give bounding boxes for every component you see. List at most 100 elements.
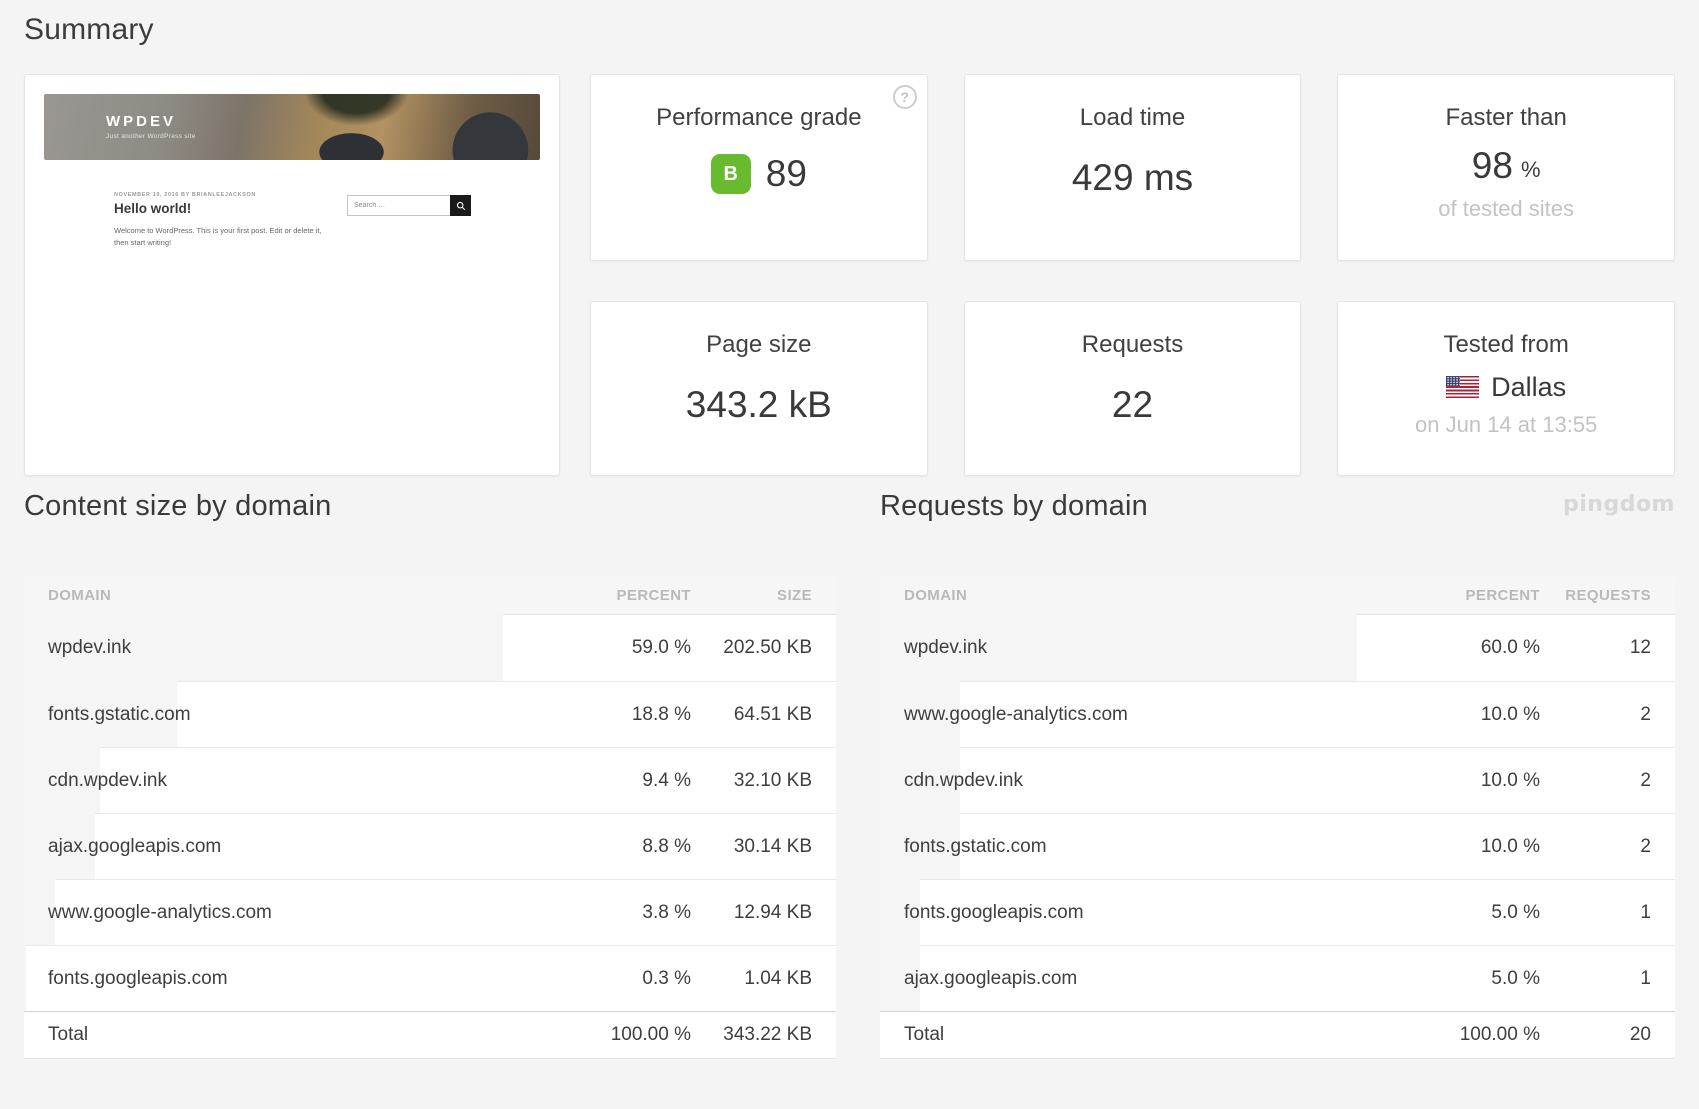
domain-cell: cdn.wpdev.ink: [48, 769, 167, 791]
table-row: fonts.googleapis.com 0.3 % 1.04 KB: [24, 945, 836, 1011]
faster-than-card: Faster than 98 % of tested sites: [1337, 74, 1675, 261]
total-row: Total 100.00 % 343.22 KB: [24, 1011, 836, 1059]
col-percent: PERCENT: [616, 587, 691, 604]
pingdom-watermark: pingdom: [1563, 492, 1675, 517]
domain-cell: ajax.googleapis.com: [904, 967, 1078, 989]
table-row: ajax.googleapis.com 8.8 % 30.14 KB: [24, 813, 836, 879]
metric-cards: ? Performance grade B 89 Load time 429 m…: [590, 74, 1675, 476]
percent-cell: 10.0 %: [1480, 835, 1540, 857]
percent-cell: 59.0 %: [631, 637, 691, 658]
value-cell: 1: [1640, 967, 1651, 989]
col-requests: REQUESTS: [1565, 587, 1651, 604]
page-size-card: Page size 343.2 kB: [590, 300, 928, 476]
website-thumbnail: WPDEV Just another WordPress site NOVEMB…: [24, 74, 560, 476]
tested-from-city: Dallas: [1491, 371, 1567, 402]
table-body: wpdev.ink 60.0 % 12 www.google-analytics.co…: [880, 614, 1675, 1011]
post-meta: NOVEMBER 19, 2016 BY BRIANLEEJACKSON: [114, 192, 256, 198]
percent-cell: 8.8 %: [642, 835, 691, 857]
table-row: fonts.gstatic.com 18.8 % 64.51 KB: [24, 681, 836, 747]
percent-cell: 18.8 %: [631, 703, 691, 725]
table-row: wpdev.ink 60.0 % 12: [880, 614, 1675, 681]
domain-cell: www.google-analytics.com: [904, 703, 1128, 725]
col-size: SIZE: [777, 587, 812, 604]
table-row: fonts.googleapis.com 5.0 % 1: [880, 879, 1675, 945]
content-size-column: Content size by domain DOMAIN PERCENT SI…: [24, 476, 836, 1059]
total-label: Total: [904, 1024, 945, 1045]
load-time-card: Load time 429 ms: [963, 74, 1302, 261]
value-cell: 2: [1640, 703, 1651, 725]
card-label: Page size: [706, 330, 812, 358]
site-header-image: WPDEV Just another WordPress site: [44, 94, 540, 160]
pingdom-results-page: Summary WPDEV Just another WordPress sit…: [0, 0, 1699, 1109]
percent-cell: 10.0 %: [1480, 703, 1540, 725]
percent-cell: 9.4 %: [642, 769, 691, 791]
domain-cell: wpdev.ink: [904, 637, 988, 658]
col-percent: PERCENT: [1465, 587, 1540, 604]
tested-from-date: on Jun 14 at 13:55: [1415, 411, 1598, 437]
domain-cell: ajax.googleapis.com: [48, 835, 222, 857]
percent-cell: 60.0 %: [1480, 637, 1540, 658]
performance-score: 89: [765, 153, 807, 194]
percent-unit: %: [1520, 157, 1541, 182]
domain-cell: wpdev.ink: [48, 637, 132, 658]
percent-cell: 3.8 %: [642, 901, 691, 923]
total-row: Total 100.00 % 20: [880, 1011, 1675, 1059]
requests-title: Requests by domain: [880, 490, 1148, 522]
requests-value: 22: [1111, 383, 1154, 425]
us-flag-icon: [1446, 376, 1480, 398]
total-percent: 100.00 %: [610, 1024, 691, 1045]
magnifier-icon: [456, 201, 465, 210]
domain-cell: fonts.gstatic.com: [48, 703, 191, 725]
load-time-value: 429 ms: [1071, 157, 1194, 198]
table-row: www.google-analytics.com 10.0 % 2: [880, 681, 1675, 747]
post-body: Welcome to WordPress. This is your first…: [114, 226, 322, 247]
col-domain: DOMAIN: [904, 587, 968, 604]
percent-cell: 0.3 %: [642, 967, 691, 989]
requests-card: Requests 22: [963, 300, 1302, 476]
value-cell: 2: [1640, 835, 1651, 857]
search-button: [450, 195, 471, 216]
card-label: Faster than: [1445, 104, 1567, 131]
value-cell: 12.94 KB: [733, 901, 812, 923]
post-preview: NOVEMBER 19, 2016 BY BRIANLEEJACKSON Hel…: [114, 192, 342, 249]
performance-grade-card: ? Performance grade B 89: [590, 74, 928, 261]
card-label: Load time: [1079, 104, 1186, 131]
help-icon[interactable]: ?: [892, 85, 917, 109]
value-cell: 64.51 KB: [733, 703, 812, 725]
card-label: Performance grade: [656, 104, 862, 131]
requests-table: DOMAIN PERCENT REQUESTS wpdev.ink 60.0 % 1…: [880, 577, 1675, 1059]
value-cell: 202.50 KB: [723, 637, 812, 658]
page-size-value: 343.2 kB: [685, 383, 832, 425]
value-cell: 30.14 KB: [733, 835, 812, 857]
value-cell: 12: [1629, 637, 1651, 658]
tested-from-card: Tested from Dallas on Jun 14 at 13:55: [1337, 300, 1675, 476]
table-row: cdn.wpdev.ink 9.4 % 32.10 KB: [24, 747, 836, 813]
col-domain: DOMAIN: [48, 587, 112, 604]
value-cell: 1.04 KB: [744, 967, 812, 989]
domain-cell: www.google-analytics.com: [48, 901, 272, 923]
total-size: 343.22 KB: [723, 1024, 812, 1045]
percent-cell: 5.0 %: [1491, 901, 1540, 923]
faster-than-subtext: of tested sites: [1438, 196, 1575, 221]
domain-tables-section: Content size by domain DOMAIN PERCENT SI…: [0, 476, 1699, 1059]
site-identity: WPDEV Just another WordPress site: [106, 113, 196, 140]
faster-than-value: 98: [1471, 145, 1513, 186]
domain-cell: fonts.googleapis.com: [904, 901, 1084, 923]
value-cell: 1: [1640, 901, 1651, 923]
domain-cell: fonts.googleapis.com: [48, 967, 228, 989]
page-title: Summary: [24, 13, 154, 46]
table-body: wpdev.ink 59.0 % 202.50 KB fonts.gstatic.co…: [24, 614, 836, 1011]
table-row: www.google-analytics.com 3.8 % 12.94 KB: [24, 879, 836, 945]
value-cell: 32.10 KB: [733, 769, 812, 791]
total-percent: 100.00 %: [1459, 1024, 1540, 1045]
total-label: Total: [48, 1024, 89, 1045]
content-size-table: DOMAIN PERCENT SIZE wpdev.ink 59.0 % 202.5…: [24, 577, 836, 1059]
search-input: [347, 195, 450, 216]
percent-cell: 5.0 %: [1491, 967, 1540, 989]
post-title: Hello world!: [114, 201, 192, 216]
value-cell: 2: [1640, 769, 1651, 791]
content-size-title: Content size by domain: [24, 490, 332, 522]
percent-cell: 10.0 %: [1480, 769, 1540, 791]
card-label: Tested from: [1443, 330, 1569, 358]
total-requests: 20: [1629, 1024, 1651, 1045]
